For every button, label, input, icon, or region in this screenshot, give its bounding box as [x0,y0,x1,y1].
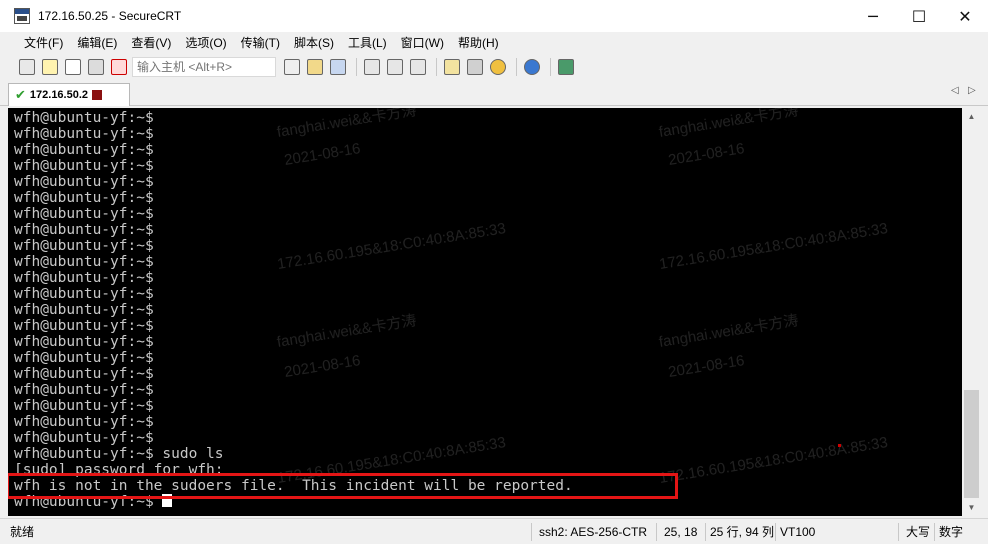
session-options-icon[interactable] [442,57,462,77]
session-tab[interactable]: ✔ 172.16.50.2 [8,83,130,106]
quick-connect-icon[interactable] [40,57,60,77]
toolbar-divider [436,58,437,76]
terminal-line: wfh@ubuntu-yf:~$ [14,254,154,270]
terminal-output: wfh@ubuntu-yf:~$ wfh@ubuntu-yf:~$ wfh@ub… [14,110,573,510]
print-setup-icon[interactable] [408,57,428,77]
terminal-screen[interactable]: fanghai.wei&&卡方涛 2021-08-16 fanghai.wei&… [8,108,962,516]
terminal-scrollbar[interactable]: ▲ ▼ [963,108,980,516]
terminal-line: wfh@ubuntu-yf:~$ [14,302,154,318]
watermark-ip-mac: 172.16.60.195&18:C0:40:8A:85:33 [658,434,889,487]
terminal-line: wfh@ubuntu-yf:~$ [14,158,154,174]
copy-icon[interactable] [282,57,302,77]
terminal-line: wfh@ubuntu-yf:~$ [14,142,154,158]
reconnect-icon[interactable] [86,57,106,77]
terminal-line: wfh@ubuntu-yf:~$ [14,382,154,398]
terminal-line: wfh@ubuntu-yf:~$ [14,270,154,286]
scroll-up-icon[interactable]: ▲ [963,108,980,125]
maximize-button[interactable]: ☐ [896,0,942,32]
minimize-button[interactable]: ─ [850,0,896,32]
terminal-line: wfh@ubuntu-yf:~$ [14,398,154,414]
status-ready: 就绪 [10,525,35,539]
terminal-line: wfh@ubuntu-yf:~$ [14,174,154,190]
status-terminal-type: VT100 [780,525,816,539]
status-divider [934,523,935,541]
status-divider [656,523,657,541]
securecrt-app-icon[interactable] [14,8,30,24]
toolbar [0,54,988,80]
session-tab-label: 172.16.50.2 [29,89,89,101]
scroll-thumb[interactable] [964,390,979,498]
title-bar: 172.16.50.25 - SecureCRT ─ ☐ ✕ [0,0,988,32]
print-screen-icon[interactable] [385,57,405,77]
menu-tools[interactable]: 工具(L) [341,32,394,54]
watermark-date: 2021-08-16 [667,352,746,381]
print-icon[interactable] [362,57,382,77]
menu-transfer[interactable]: 传输(T) [234,32,287,54]
window-controls: ─ ☐ ✕ [850,0,988,32]
status-bar: 就绪 ssh2: AES-256-CTR 25, 18 25 行, 94 列 V… [0,518,988,544]
menu-options[interactable]: 选项(O) [178,32,233,54]
terminal-line: wfh@ubuntu-yf:~$ [14,126,154,142]
menu-edit[interactable]: 编辑(E) [70,32,124,54]
sudo-command-line: wfh@ubuntu-yf:~$ sudo ls [14,446,224,462]
global-options-icon[interactable] [465,57,485,77]
watermark-ip-mac: 172.16.60.195&18:C0:40:8A:85:33 [658,220,889,273]
toolbar-divider [516,58,517,76]
terminal-line: wfh@ubuntu-yf:~$ [14,414,154,430]
status-num-lock: 数字 [939,525,964,539]
status-cursor-position: 25, 18 [664,525,698,539]
error-highlight-box [8,473,678,499]
terminal-line: wfh@ubuntu-yf:~$ [14,190,154,206]
watermark-text: fanghai.wei&&卡方涛 [657,108,800,141]
disconnect-icon[interactable] [109,57,129,77]
connected-check-icon: ✔ [15,87,26,102]
terminal-line: wfh@ubuntu-yf:~$ [14,110,154,126]
terminal-line: wfh@ubuntu-yf:~$ [14,222,154,238]
help-icon[interactable] [522,57,542,77]
paste-icon[interactable] [305,57,325,77]
watermark-text: fanghai.wei&&卡方涛 [657,312,800,351]
keymap-icon[interactable] [488,57,508,77]
connect-icon[interactable] [17,57,37,77]
connect-tab-icon[interactable] [63,57,83,77]
status-divider [531,523,532,541]
menu-file[interactable]: 文件(F) [17,32,70,54]
close-button[interactable]: ✕ [942,0,988,32]
status-divider [775,523,776,541]
red-dot-mark [838,444,841,447]
menu-view[interactable]: 查看(V) [124,32,178,54]
menu-window[interactable]: 窗口(W) [394,32,451,54]
menu-help[interactable]: 帮助(H) [451,32,506,54]
scroll-down-icon[interactable]: ▼ [963,499,980,516]
tab-close-icon[interactable] [92,90,103,100]
terminal-line: wfh@ubuntu-yf:~$ [14,206,154,222]
tab-scroll-left-icon[interactable]: ◁ [951,85,959,96]
toolbar-divider [356,58,357,76]
terminal-line: wfh@ubuntu-yf:~$ [14,318,154,334]
window-title: 172.16.50.25 - SecureCRT [38,9,182,23]
terminal-line: wfh@ubuntu-yf:~$ [14,334,154,350]
terminal-line: wfh@ubuntu-yf:~$ [14,350,154,366]
status-divider [705,523,706,541]
terminal-line: wfh@ubuntu-yf:~$ [14,430,154,446]
menu-script[interactable]: 脚本(S) [287,32,341,54]
menu-bar: 文件(F) 编辑(E) 查看(V) 选项(O) 传输(T) 脚本(S) 工具(L… [0,32,988,54]
status-encryption: ssh2: AES-256-CTR [539,525,648,539]
sftp-icon[interactable] [556,57,576,77]
tab-scroll-right-icon[interactable]: ▷ [968,85,976,96]
status-caps-lock: 大写 [906,525,931,539]
session-tab-bar: ✔ 172.16.50.2 ◁ ▷ [0,80,988,106]
terminal-line: wfh@ubuntu-yf:~$ [14,238,154,254]
terminal-line: wfh@ubuntu-yf:~$ [14,286,154,302]
host-input[interactable] [132,57,276,77]
terminal-line: wfh@ubuntu-yf:~$ [14,366,154,382]
toolbar-divider [550,58,551,76]
status-divider [898,523,899,541]
status-dimensions: 25 行, 94 列 [710,525,775,539]
watermark-date: 2021-08-16 [667,140,746,169]
find-icon[interactable] [328,57,348,77]
